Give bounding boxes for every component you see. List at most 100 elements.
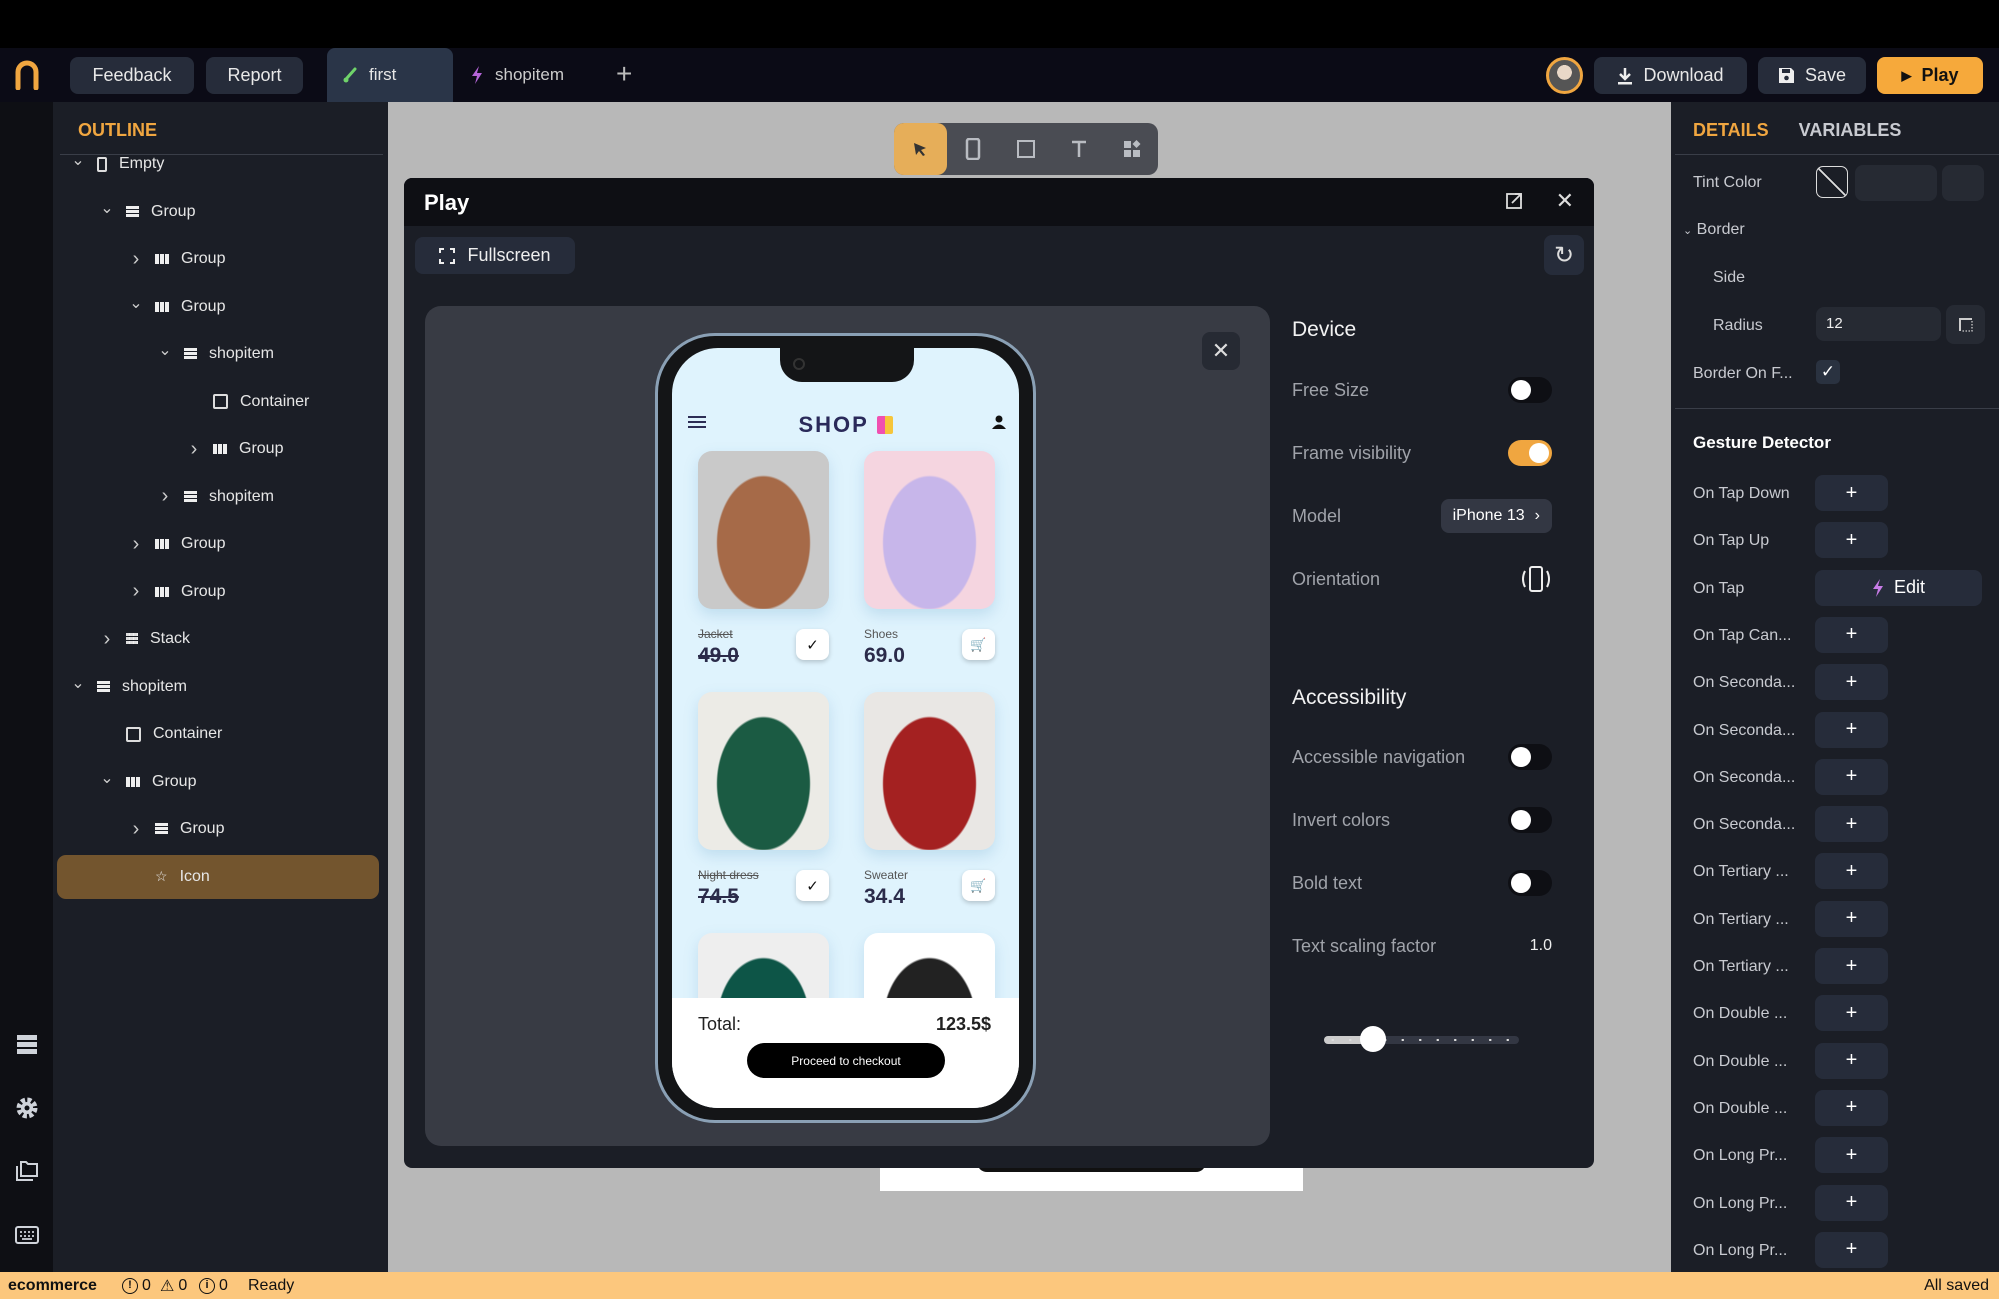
phone-tool[interactable] <box>947 123 1000 175</box>
add-gesture-button[interactable]: + <box>1815 1089 1888 1126</box>
open-external-icon[interactable] <box>1504 191 1524 211</box>
outline-item[interactable]: › Group <box>127 570 226 614</box>
play-button[interactable]: ▶ Play <box>1877 57 1983 94</box>
add-gesture-button[interactable]: + <box>1815 853 1888 890</box>
tint-opacity-input[interactable] <box>1942 165 1984 201</box>
add-gesture-button[interactable]: + <box>1815 1231 1888 1268</box>
chevron-right-icon[interactable]: › <box>185 438 203 461</box>
border-section[interactable]: ⌄ Border <box>1683 221 1745 239</box>
checkout-button[interactable]: Proceed to checkout <box>747 1043 945 1078</box>
outline-item[interactable]: ⌄ Group <box>98 190 195 234</box>
save-button[interactable]: Save <box>1758 57 1866 94</box>
chevron-down-icon[interactable]: ⌄ <box>127 293 145 313</box>
outline-item[interactable]: › Group <box>185 427 284 471</box>
chevron-down-icon[interactable]: ⌄ <box>98 198 116 218</box>
add-gesture-button[interactable]: + <box>1815 995 1888 1032</box>
add-gesture-button[interactable]: + <box>1815 1184 1888 1221</box>
outline-item[interactable]: ⌄ shopitem <box>69 665 187 709</box>
outline-item[interactable]: › Group <box>127 807 225 851</box>
add-gesture-button[interactable]: + <box>1815 948 1888 984</box>
close-preview-icon[interactable]: ✕ <box>1202 332 1240 370</box>
in-cart-check-button[interactable]: ✓ <box>796 870 829 901</box>
outline-item[interactable]: ⌄ shopitem <box>156 332 274 376</box>
outline-item[interactable]: ⌄ Group <box>127 285 225 329</box>
folders-icon[interactable] <box>14 1158 40 1184</box>
text-tool[interactable] <box>1052 123 1105 175</box>
product-card[interactable]: Shoes 69.0 🛒 <box>864 451 995 667</box>
accessible-nav-toggle[interactable] <box>1508 744 1552 770</box>
product-card[interactable]: Night dress 74.5 ✓ <box>698 692 829 908</box>
keyboard-icon[interactable] <box>14 1222 40 1248</box>
add-gesture-button[interactable]: + <box>1815 711 1888 748</box>
frame-visibility-toggle[interactable] <box>1508 440 1552 466</box>
rotate-device-icon[interactable] <box>1520 564 1552 594</box>
add-gesture-button[interactable]: + <box>1815 664 1888 701</box>
tint-color-input[interactable] <box>1855 165 1937 201</box>
add-to-cart-button[interactable]: 🛒 <box>962 870 995 901</box>
add-gesture-button[interactable]: + <box>1815 806 1888 843</box>
radius-input[interactable]: 12 <box>1816 307 1941 341</box>
add-gesture-button[interactable]: + <box>1815 900 1888 937</box>
outline-item[interactable]: ☆ Icon <box>57 854 379 899</box>
info-count[interactable]: i0 <box>199 1277 228 1295</box>
error-count[interactable]: ! 0 <box>122 1277 151 1295</box>
product-card[interactable]: Sweater 34.4 🛒 <box>864 692 995 908</box>
add-gesture-button[interactable]: + <box>1815 758 1888 795</box>
chevron-right-icon[interactable]: › <box>156 485 174 508</box>
add-gesture-button[interactable]: + <box>1815 475 1888 511</box>
outline-item[interactable]: › Group <box>127 237 226 281</box>
radius-corners-button[interactable] <box>1946 305 1985 344</box>
add-to-cart-button[interactable]: 🛒 <box>962 629 995 660</box>
outline-item[interactable]: › Stack <box>98 617 190 661</box>
feedback-button[interactable]: Feedback <box>70 57 194 94</box>
border-on-focus-checkbox[interactable]: ✓ <box>1816 360 1840 384</box>
fullscreen-button[interactable]: Fullscreen <box>415 237 575 274</box>
chevron-right-icon[interactable]: › <box>127 533 145 556</box>
chevron-down-icon[interactable]: ⌄ <box>156 340 174 360</box>
tab-shopitem[interactable]: shopitem <box>455 48 595 102</box>
edit-gesture-button[interactable]: Edit <box>1815 569 1982 606</box>
tab-variables[interactable]: VARIABLES <box>1799 120 1902 141</box>
gear-icon[interactable] <box>14 1095 40 1121</box>
download-button[interactable]: Download <box>1594 57 1747 94</box>
layers-icon[interactable] <box>14 1031 40 1057</box>
outline-item[interactable]: › Group <box>127 522 226 566</box>
warning-count[interactable]: ⚠ 0 <box>160 1276 187 1296</box>
bold-text-toggle[interactable] <box>1508 870 1552 896</box>
outline-item[interactable]: › shopitem <box>156 475 274 519</box>
add-gesture-button[interactable]: + <box>1815 616 1888 653</box>
user-avatar[interactable] <box>1546 57 1583 94</box>
user-icon[interactable] <box>991 414 1007 430</box>
chevron-right-icon[interactable]: › <box>127 580 145 603</box>
add-tab-button[interactable]: + <box>616 58 632 90</box>
pointer-tool[interactable] <box>894 123 947 175</box>
add-gesture-button[interactable]: + <box>1815 1137 1888 1174</box>
slider-thumb[interactable] <box>1359 1026 1386 1052</box>
add-gesture-button[interactable]: + <box>1815 1042 1888 1079</box>
product-card[interactable]: Jacket 49.0 ✓ <box>698 451 829 667</box>
chevron-down-icon[interactable]: ⌄ <box>69 673 87 693</box>
chevron-down-icon[interactable]: ⌄ <box>98 768 116 788</box>
model-select[interactable]: iPhone 13 › <box>1440 499 1552 533</box>
chevron-right-icon[interactable]: › <box>127 248 145 271</box>
add-gesture-button[interactable]: + <box>1815 522 1888 559</box>
tab-first[interactable]: first <box>327 48 453 102</box>
widgets-tool[interactable] <box>1105 123 1158 175</box>
in-cart-check-button[interactable]: ✓ <box>796 629 829 660</box>
chevron-right-icon[interactable]: › <box>127 818 145 841</box>
outline-item[interactable]: ⌄ Group <box>98 760 196 804</box>
tab-details[interactable]: DETAILS <box>1693 120 1769 141</box>
text-scaling-slider[interactable] <box>1324 1026 1519 1052</box>
outline-item[interactable]: Container <box>98 712 222 756</box>
outline-item[interactable]: ⌄ Empty <box>69 142 164 186</box>
invert-colors-toggle[interactable] <box>1508 807 1552 833</box>
close-dialog-icon[interactable]: ✕ <box>1556 188 1574 214</box>
chevron-down-icon[interactable]: ⌄ <box>69 150 87 170</box>
report-button[interactable]: Report <box>206 57 303 94</box>
container-tool[interactable] <box>1000 123 1053 175</box>
free-size-toggle[interactable] <box>1508 377 1552 403</box>
reload-button[interactable]: ↻ <box>1544 235 1584 275</box>
tint-color-swatch[interactable] <box>1816 166 1848 198</box>
outline-item[interactable]: Container <box>185 380 309 424</box>
chevron-right-icon[interactable]: › <box>98 628 116 651</box>
